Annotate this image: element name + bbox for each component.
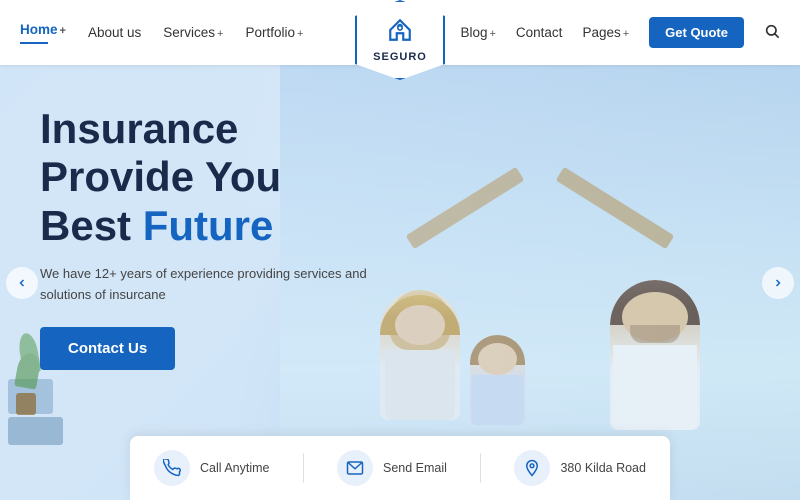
info-item-address: 380 Kilda Road [514,450,645,486]
info-divider-1 [303,453,304,483]
hero-content: Insurance Provide You Best Future We hav… [40,105,380,370]
navbar: Home+ About us Services+ Portfolio+ SEGU… [0,0,800,65]
hero-section: Insurance Provide You Best Future We hav… [0,65,800,500]
info-item-email: Send Email [337,450,447,486]
nav-item-portfolio[interactable]: Portfolio+ [245,25,303,40]
nav-item-home[interactable]: Home+ [20,21,66,44]
hero-subtitle: We have 12+ years of experience providin… [40,264,380,306]
logo-icon [387,17,413,49]
search-icon[interactable] [764,23,780,43]
info-divider-2 [480,453,481,483]
info-item-call: Call Anytime [154,450,269,486]
email-label: Send Email [383,461,447,475]
contact-us-button[interactable]: Contact Us [40,327,175,370]
email-icon [337,450,373,486]
nav-item-blog[interactable]: Blog+ [460,25,495,40]
call-icon [154,450,190,486]
person-child [470,335,525,425]
decoration-plant [12,333,39,415]
person-man [610,280,700,430]
info-bar: Call Anytime Send Email 380 Kilda Road [130,436,670,500]
prev-slide-button[interactable] [6,267,38,299]
call-label: Call Anytime [200,461,269,475]
nav-item-pages[interactable]: Pages+ [582,25,629,40]
hero-title: Insurance Provide You Best Future [40,105,380,250]
nav-right: Blog+ Contact Pages+ Get Quote [460,17,780,48]
next-slide-button[interactable] [762,267,794,299]
nav-item-contact[interactable]: Contact [516,25,563,40]
location-icon [514,450,550,486]
logo[interactable]: SEGURO [355,0,445,80]
nav-left: Home+ About us Services+ Portfolio+ [20,21,303,44]
nav-item-about[interactable]: About us [88,25,141,40]
address-label: 380 Kilda Road [560,461,645,475]
nav-item-services[interactable]: Services+ [163,25,223,40]
person-woman [380,290,460,420]
get-quote-button[interactable]: Get Quote [649,17,744,48]
logo-text: SEGURO [373,51,427,63]
